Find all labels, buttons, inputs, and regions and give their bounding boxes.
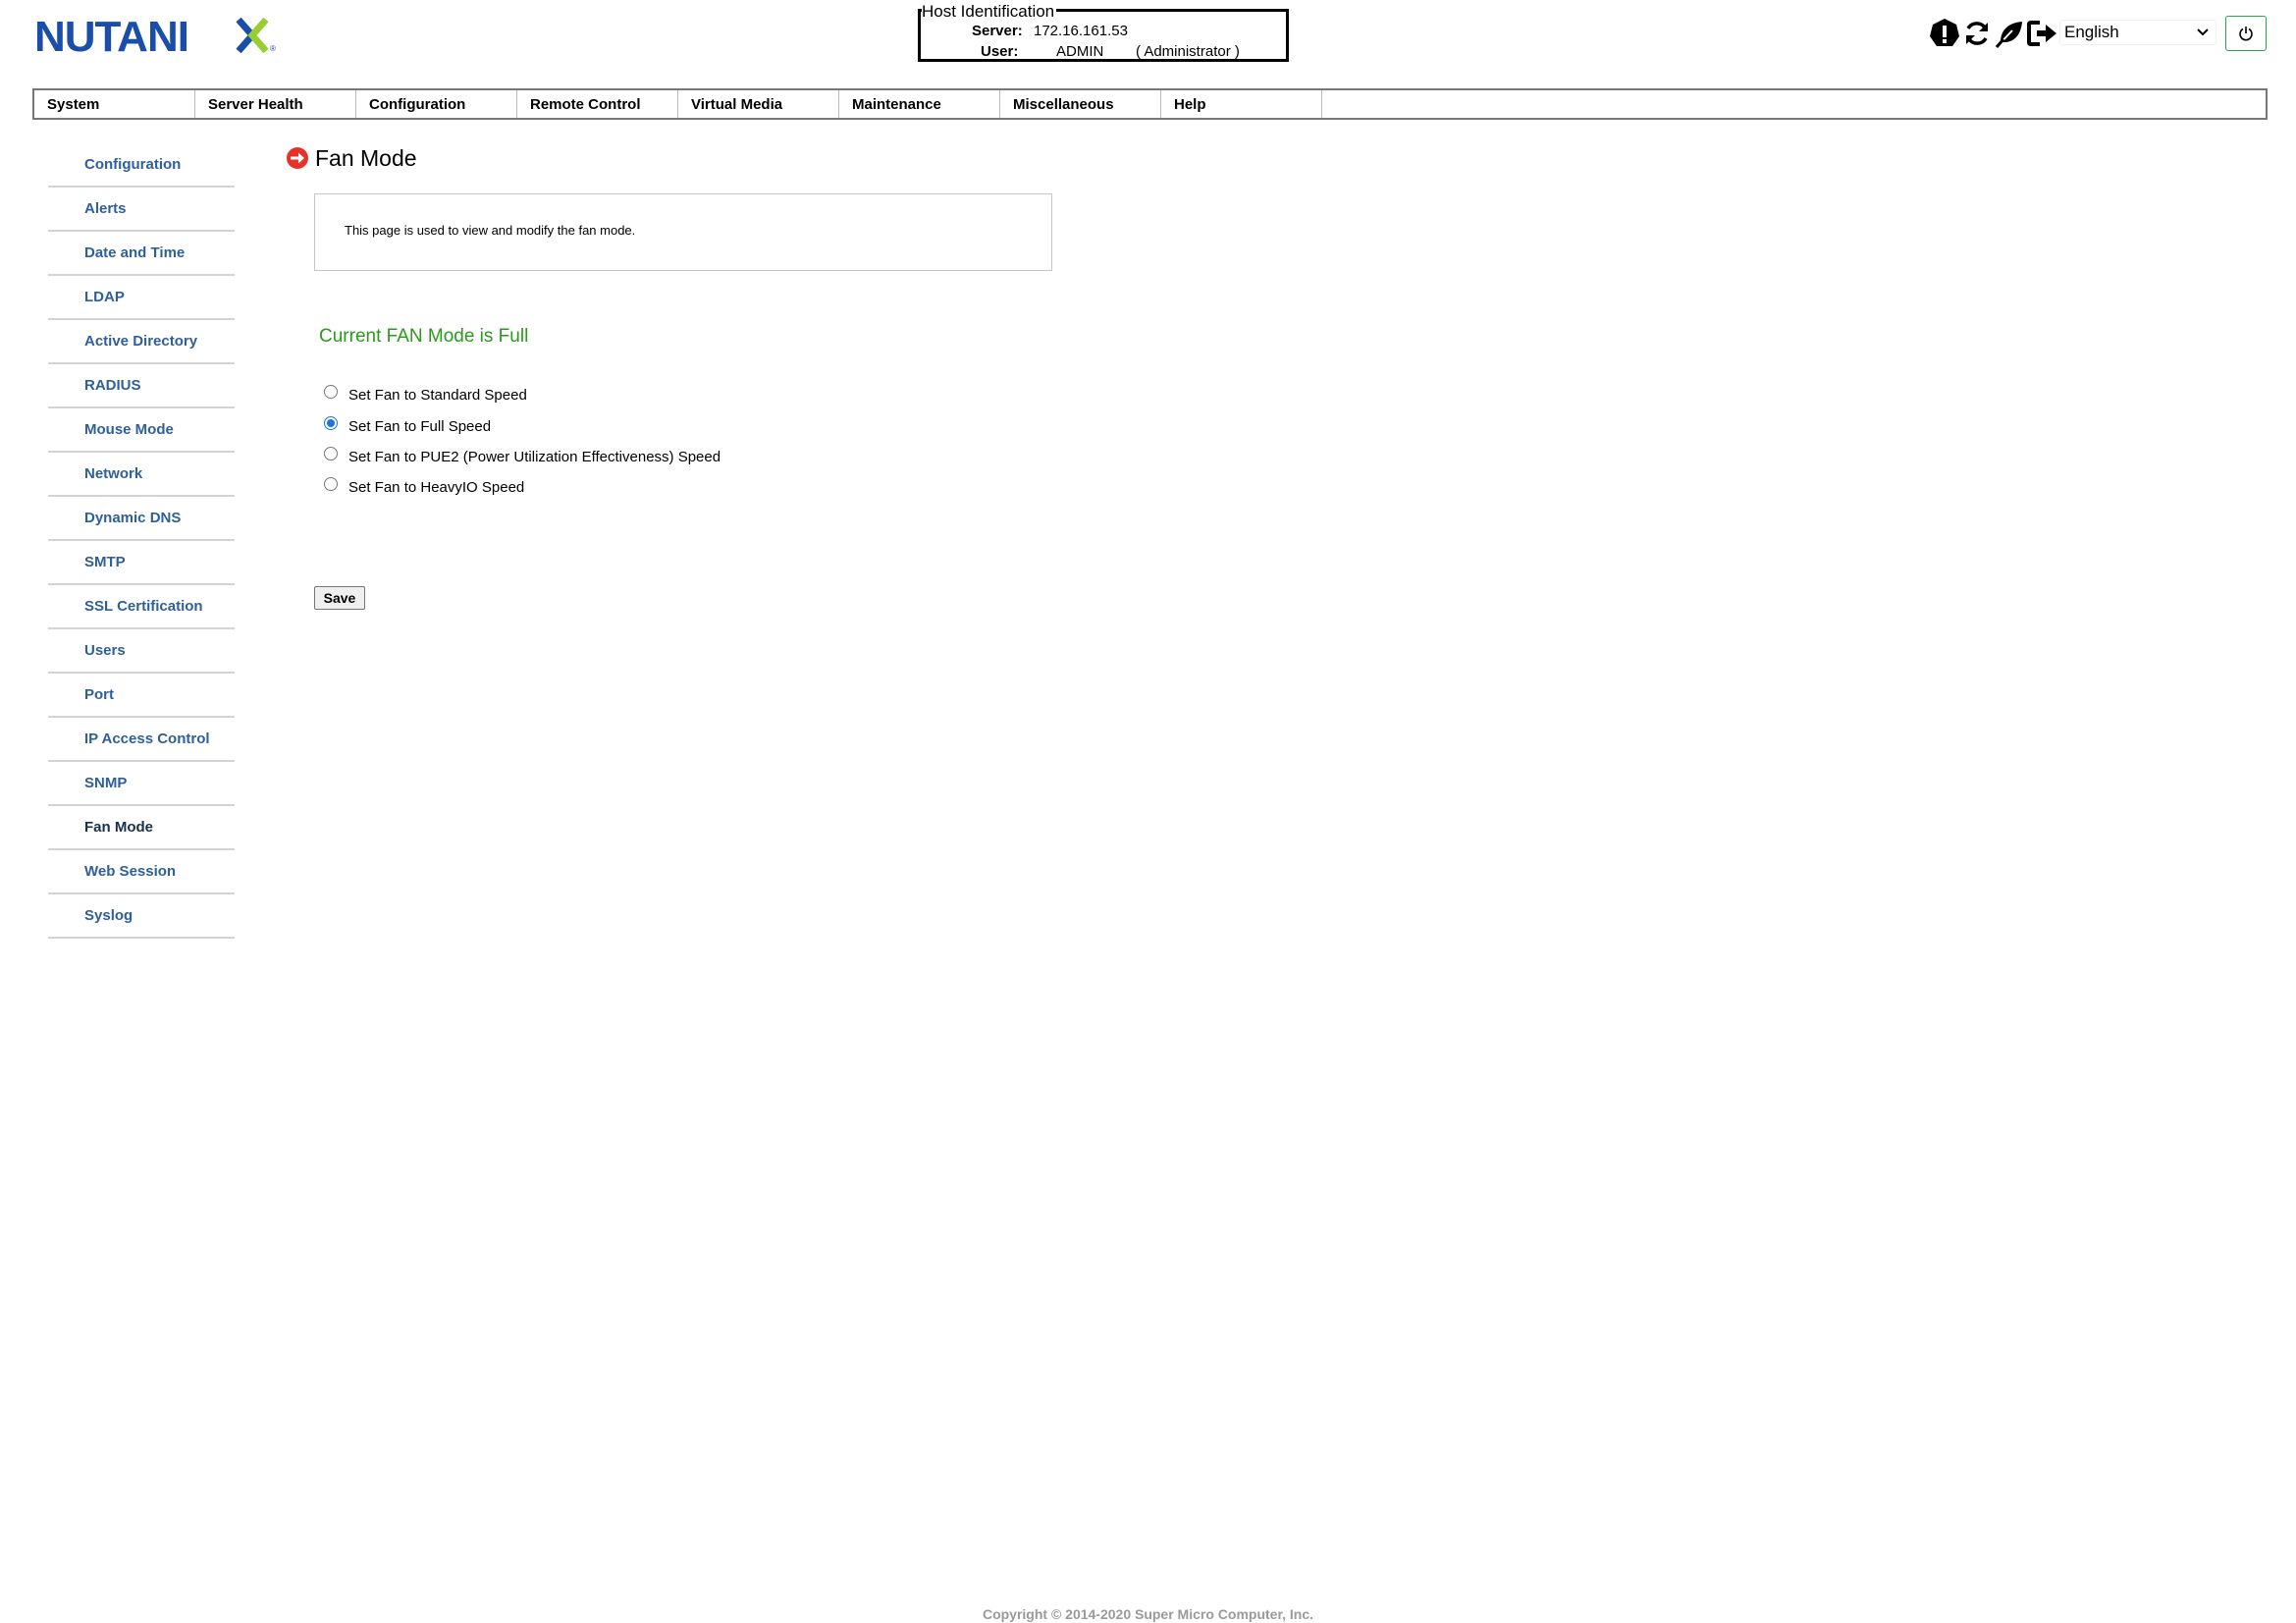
sidebar-item-alerts[interactable]: Alerts	[48, 188, 235, 232]
power-button[interactable]	[2225, 16, 2267, 51]
language-value: English	[2064, 23, 2119, 41]
sidebar-item-ldap[interactable]: LDAP	[48, 276, 235, 320]
svg-text:®: ®	[270, 44, 276, 53]
radio-standard[interactable]	[324, 385, 338, 399]
description-text: This page is used to view and modify the…	[345, 223, 636, 238]
radio-full[interactable]	[324, 416, 338, 430]
top-nav: System Server Health Configuration Remot…	[32, 88, 2268, 120]
save-button[interactable]: Save	[314, 586, 365, 610]
sidebar-item-date-and-time[interactable]: Date and Time	[48, 232, 235, 276]
user-label: User:	[981, 43, 1019, 60]
fan-mode-status: Current FAN Mode is Full	[319, 326, 529, 347]
nutanix-logo: NUTANI ®	[34, 13, 276, 59]
toolbar	[1928, 17, 2057, 50]
refresh-icon[interactable]	[1960, 17, 1993, 50]
sidebar-item-ssl-certification[interactable]: SSL Certification	[48, 585, 235, 629]
fan-option-label: Set Fan to Full Speed	[348, 417, 492, 435]
svg-text:NUTANI: NUTANI	[34, 13, 188, 59]
description-box: This page is used to view and modify the…	[314, 193, 1052, 271]
arrow-right-circle-icon	[287, 147, 308, 169]
sidebar-item-users[interactable]: Users	[48, 629, 235, 674]
sidebar-item-configuration[interactable]: Configuration	[48, 143, 235, 188]
host-identification-legend: Host Identification	[922, 2, 1057, 21]
nav-configuration[interactable]: Configuration	[356, 90, 517, 118]
sidebar-item-network[interactable]: Network	[48, 453, 235, 497]
fan-option-label: Set Fan to HeavyIO Speed	[348, 478, 525, 496]
sidebar-item-mouse-mode[interactable]: Mouse Mode	[48, 408, 235, 453]
logout-icon[interactable]	[2025, 17, 2057, 50]
sidebar-item-active-directory[interactable]: Active Directory	[48, 320, 235, 364]
fan-option-standard[interactable]: Set Fan to Standard Speed	[324, 385, 527, 405]
sidebar-item-port[interactable]: Port	[48, 674, 235, 718]
page-title: Fan Mode	[286, 143, 417, 173]
sidebar-item-dynamic-dns[interactable]: Dynamic DNS	[48, 497, 235, 541]
chevron-down-icon	[2197, 28, 2209, 36]
sidebar-item-web-session[interactable]: Web Session	[48, 850, 235, 894]
nav-system[interactable]: System	[34, 90, 195, 118]
sidebar-item-snmp[interactable]: SNMP	[48, 762, 235, 806]
sidebar-item-ip-access-control[interactable]: IP Access Control	[48, 718, 235, 762]
sidebar-item-smtp[interactable]: SMTP	[48, 541, 235, 585]
sidebar: Configuration Alerts Date and Time LDAP …	[48, 143, 235, 939]
nav-remote-control[interactable]: Remote Control	[517, 90, 678, 118]
fan-option-label: Set Fan to Standard Speed	[348, 386, 527, 404]
sidebar-item-radius[interactable]: RADIUS	[48, 364, 235, 408]
sidebar-item-fan-mode[interactable]: Fan Mode	[48, 806, 235, 850]
nav-maintenance[interactable]: Maintenance	[839, 90, 1000, 118]
fan-option-full[interactable]: Set Fan to Full Speed	[324, 416, 491, 436]
fan-option-pue2[interactable]: Set Fan to PUE2 (Power Utilization Effec…	[324, 447, 721, 466]
nav-server-health[interactable]: Server Health	[195, 90, 356, 118]
page: NUTANI ® Host Identification Server: 172…	[0, 0, 2296, 1623]
alert-icon[interactable]	[1928, 17, 1960, 50]
fan-option-heavyio[interactable]: Set Fan to HeavyIO Speed	[324, 477, 524, 497]
server-value: 172.16.161.53	[1034, 23, 1128, 39]
sidebar-item-syslog[interactable]: Syslog	[48, 894, 235, 939]
language-select[interactable]: English	[2059, 20, 2216, 45]
nav-help[interactable]: Help	[1161, 90, 1322, 118]
power-icon	[2239, 27, 2253, 41]
user-role: ( Administrator )	[1136, 43, 1240, 60]
server-label: Server:	[972, 23, 1023, 39]
user-value: ADMIN	[1056, 43, 1104, 60]
leaf-icon[interactable]	[1993, 17, 2025, 50]
radio-pue2[interactable]	[324, 447, 338, 460]
copyright-footer: Copyright © 2014-2020 Super Micro Comput…	[982, 1606, 1314, 1622]
page-title-text: Fan Mode	[315, 144, 417, 171]
host-identification: Host Identification Server: 172.16.161.5…	[918, 3, 1289, 62]
nav-miscellaneous[interactable]: Miscellaneous	[1000, 90, 1161, 118]
fan-option-label: Set Fan to PUE2 (Power Utilization Effec…	[348, 448, 721, 465]
nav-virtual-media[interactable]: Virtual Media	[678, 90, 839, 118]
radio-heavyio[interactable]	[324, 477, 338, 491]
